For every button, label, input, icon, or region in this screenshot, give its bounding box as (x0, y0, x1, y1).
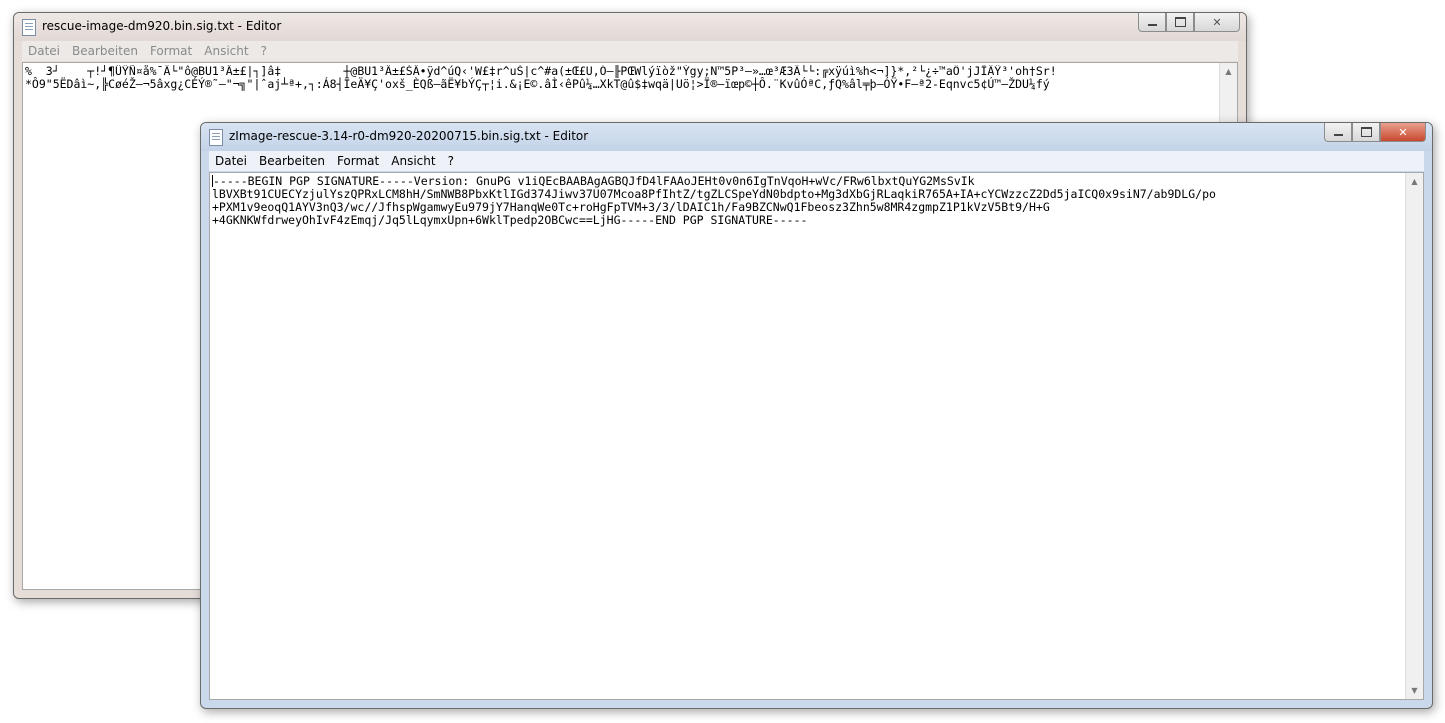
front-window-caption-buttons: ✕ (1324, 123, 1426, 143)
front-text-content[interactable]: -----BEGIN PGP SIGNATURE-----Version: Gn… (212, 175, 1403, 697)
back-maximize-button[interactable] (1166, 13, 1194, 32)
front-menu-datei[interactable]: Datei (209, 154, 253, 168)
back-window-titlebar[interactable]: rescue-image-dm920.bin.sig.txt - Editor … (14, 13, 1246, 41)
front-minimize-button[interactable] (1324, 123, 1352, 142)
notepad-icon (22, 19, 36, 36)
front-text-line-4: +4GKNKWfdrweyOhIvF4zEmqj/Jq5lLqymxUpn+6W… (212, 213, 808, 227)
back-menu-bearbeiten[interactable]: Bearbeiten (66, 44, 144, 58)
front-menu-help[interactable]: ? (442, 154, 460, 168)
scroll-up-arrow-icon[interactable]: ▲ (1406, 173, 1423, 190)
back-text-line-2: *Ô9"5ËDâì~,╠CøéŽ–¬5âxg¿CÉÝ®˜–"¬╗"|ˆaj┴ª+… (25, 77, 1050, 91)
back-window-caption-buttons: ✕ (1138, 13, 1240, 33)
front-window-titlebar[interactable]: zImage-rescue-3.14-r0-dm920-20200715.bin… (201, 123, 1432, 151)
front-close-button[interactable]: ✕ (1380, 123, 1426, 142)
back-minimize-button[interactable] (1138, 13, 1166, 32)
scroll-up-arrow-icon[interactable]: ▲ (1220, 63, 1237, 80)
back-menu-help[interactable]: ? (255, 44, 273, 58)
back-menu-datei[interactable]: Datei (22, 44, 66, 58)
front-vertical-scrollbar[interactable]: ▲ ▼ (1405, 173, 1423, 699)
scroll-down-arrow-icon[interactable]: ▼ (1406, 682, 1423, 699)
minimize-icon (1147, 24, 1157, 26)
close-icon: ✕ (1212, 15, 1222, 29)
maximize-icon (1360, 127, 1372, 137)
front-menubar: Datei Bearbeiten Format Ansicht ? (209, 151, 1424, 171)
back-menubar: Datei Bearbeiten Format Ansicht ? (22, 41, 1238, 61)
back-menu-ansicht[interactable]: Ansicht (198, 44, 254, 58)
back-menu-format[interactable]: Format (144, 44, 198, 58)
notepad-icon (209, 129, 223, 146)
front-menu-ansicht[interactable]: Ansicht (385, 154, 441, 168)
front-text-area[interactable]: -----BEGIN PGP SIGNATURE-----Version: Gn… (209, 172, 1424, 700)
maximize-icon (1174, 17, 1186, 27)
front-editor-window[interactable]: zImage-rescue-3.14-r0-dm920-20200715.bin… (200, 122, 1433, 709)
front-menu-bearbeiten[interactable]: Bearbeiten (253, 154, 331, 168)
back-window-title: rescue-image-dm920.bin.sig.txt - Editor (42, 19, 282, 33)
front-maximize-button[interactable] (1352, 123, 1380, 142)
front-menu-format[interactable]: Format (331, 154, 385, 168)
minimize-icon (1333, 134, 1343, 136)
back-close-button[interactable]: ✕ (1194, 13, 1240, 32)
close-icon: ✕ (1398, 125, 1408, 139)
front-window-title: zImage-rescue-3.14-r0-dm920-20200715.bin… (229, 129, 589, 143)
